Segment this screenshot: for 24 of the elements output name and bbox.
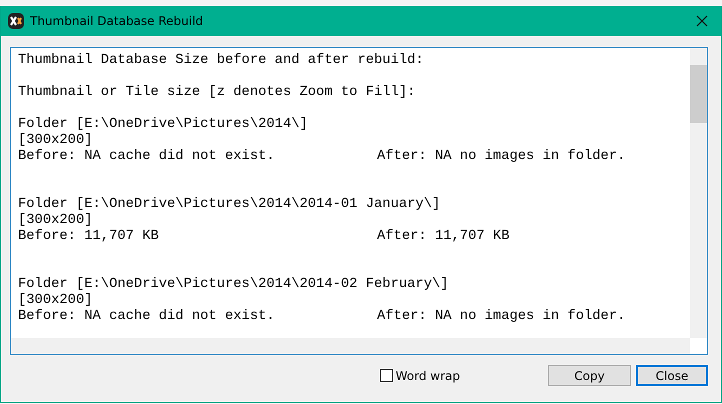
vertical-scrollbar[interactable] bbox=[690, 48, 707, 338]
word-wrap-label[interactable]: Word wrap bbox=[396, 368, 460, 382]
log-line: Before: NA cache did not exist. bbox=[18, 309, 276, 325]
log-line: Thumbnail Database Size before and after rebuild: bbox=[18, 53, 424, 69]
horizontal-scrollbar[interactable] bbox=[11, 338, 690, 354]
log-line: [300x200] bbox=[18, 213, 93, 229]
log-line: After: 11,707 KB bbox=[377, 229, 510, 245]
close-icon[interactable] bbox=[696, 15, 708, 27]
dialog-button[interactable]: Copy bbox=[548, 365, 631, 386]
log-line: Folder [E:\OneDrive\Pictures\2014\2014-01 January\] bbox=[18, 197, 440, 213]
app-logo-icon bbox=[8, 13, 24, 29]
log-text-area[interactable] bbox=[10, 47, 708, 355]
log-line: [300x200] bbox=[18, 133, 93, 149]
log-line: [300x200] bbox=[18, 293, 93, 309]
dialog-button[interactable]: Close bbox=[636, 365, 708, 386]
log-line: After: NA no images in folder. bbox=[377, 149, 626, 165]
log-line: Before: NA cache did not exist. bbox=[18, 149, 276, 165]
log-line: Thumbnail or Tile size [z denotes Zoom to Fill]: bbox=[18, 85, 416, 101]
window-title: Thumbnail Database Rebuild bbox=[30, 14, 204, 28]
word-wrap-checkbox[interactable] bbox=[380, 369, 393, 382]
log-line: After: NA no images in folder. bbox=[377, 309, 626, 325]
log-line: Before: 11,707 KB bbox=[18, 229, 160, 245]
log-line: Folder [E:\OneDrive\Pictures\2014\2014-02 February\] bbox=[18, 277, 449, 293]
log-line: Folder [E:\OneDrive\Pictures\2014\] bbox=[18, 117, 308, 133]
